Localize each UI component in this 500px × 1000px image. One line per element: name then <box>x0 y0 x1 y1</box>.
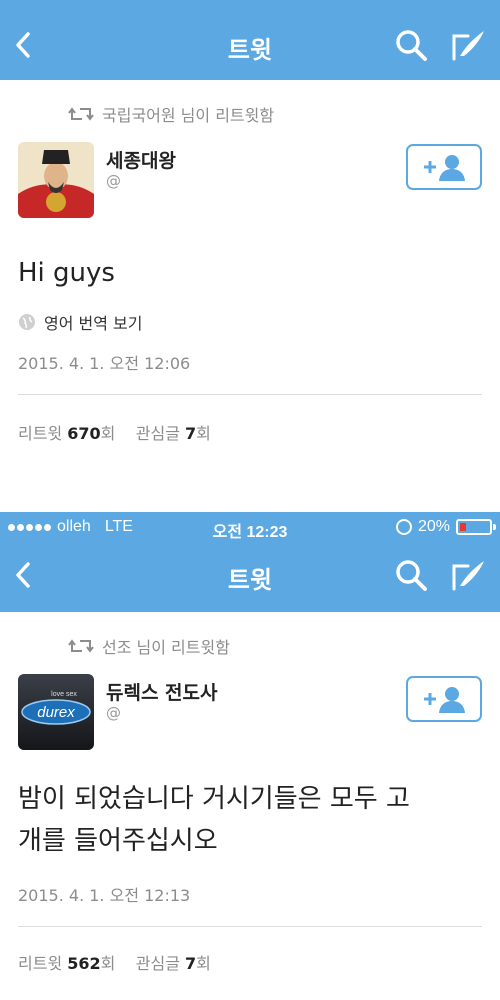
retweet-label: 리트윗 <box>18 954 63 973</box>
favorite-label: 관심글 <box>135 954 180 973</box>
retweet-label: 리트윗 <box>18 424 63 443</box>
favorite-count[interactable]: 7 <box>185 954 196 973</box>
follow-button[interactable] <box>406 144 482 190</box>
author-handle: @ <box>106 704 121 722</box>
tweet-text-line-2: 개를 들어주십시오 <box>18 826 218 856</box>
favorite-label: 관심글 <box>135 424 180 443</box>
screenshot-separator <box>0 497 500 512</box>
retweet-context: 국립국어원 님이 리트윗함 <box>68 102 274 126</box>
globe-icon <box>19 314 35 330</box>
battery-percent: 20% <box>417 518 450 535</box>
tweet-text: Hi guys <box>18 258 115 288</box>
retweet-icon <box>68 107 94 121</box>
divider <box>18 394 482 395</box>
tweet-detail-screen-bottom: olleh LTE 오전 12:23 20% 트윗 선조 님이 리트윗함 dur… <box>0 512 500 1000</box>
retweet-context: 선조 님이 리트윗함 <box>68 634 230 658</box>
tweet-detail-screen-top: 트윗 국립국어원 님이 리트윗함 세종대왕 @ Hi guys 영어 번역 보기… <box>0 0 500 497</box>
add-user-icon <box>424 687 465 713</box>
compose-icon <box>452 31 484 61</box>
divider <box>18 926 482 927</box>
search-button[interactable] <box>394 558 428 592</box>
avatar-logo-text: durex <box>37 704 75 721</box>
battery-info: 20% <box>395 518 496 536</box>
add-user-icon <box>424 155 465 181</box>
king-portrait-image <box>18 142 94 218</box>
tweet-timestamp: 2015. 4. 1. 오전 12:13 <box>18 886 191 905</box>
retweet-suffix: 회 <box>100 424 116 443</box>
search-icon <box>396 30 427 61</box>
translate-link[interactable]: 영어 번역 보기 <box>18 310 143 334</box>
search-button[interactable] <box>394 28 428 62</box>
follow-button[interactable] <box>406 676 482 722</box>
search-icon <box>396 560 427 591</box>
tweet-stats: 리트윗 562회 관심글 7회 <box>18 950 211 974</box>
battery-icon <box>456 519 496 535</box>
compose-button[interactable] <box>450 28 486 62</box>
status-bar: olleh LTE 오전 12:23 20% <box>0 512 500 542</box>
author-name[interactable]: 듀렉스 전도사 <box>106 678 218 705</box>
favorite-count[interactable]: 7 <box>185 424 196 443</box>
translate-label: 영어 번역 보기 <box>44 314 143 333</box>
avatar[interactable]: durex love sex <box>18 674 94 750</box>
tweet-text: 밤이 되었습니다 거시기들은 모두 고 개를 들어주십시오 <box>18 778 488 862</box>
tweet-timestamp: 2015. 4. 1. 오전 12:06 <box>18 354 191 373</box>
compose-button[interactable] <box>450 558 486 592</box>
retweet-by-label: 국립국어원 님이 리트윗함 <box>102 106 275 125</box>
compose-icon <box>452 561 484 591</box>
avatar[interactable] <box>18 142 94 218</box>
retweet-suffix: 회 <box>100 954 116 973</box>
retweet-by-label: 선조 님이 리트윗함 <box>102 638 230 657</box>
author-name[interactable]: 세종대왕 <box>106 146 176 173</box>
rotation-lock-icon <box>395 519 412 535</box>
tweet-stats: 리트윗 670회 관심글 7회 <box>18 420 211 444</box>
retweet-count[interactable]: 670 <box>67 424 100 443</box>
favorite-suffix: 회 <box>196 424 211 443</box>
nav-bar: 트윗 <box>0 0 500 80</box>
favorite-suffix: 회 <box>196 954 211 973</box>
retweet-count[interactable]: 562 <box>67 954 100 973</box>
author-handle: @ <box>106 172 121 190</box>
avatar-tagline-text: love sex <box>51 691 77 698</box>
tweet-text-line-1: 밤이 되었습니다 거시기들은 모두 고 <box>18 784 410 814</box>
retweet-icon <box>68 639 94 653</box>
durex-logo-image: durex love sex <box>18 674 94 750</box>
nav-bar: 트윗 <box>0 542 500 612</box>
